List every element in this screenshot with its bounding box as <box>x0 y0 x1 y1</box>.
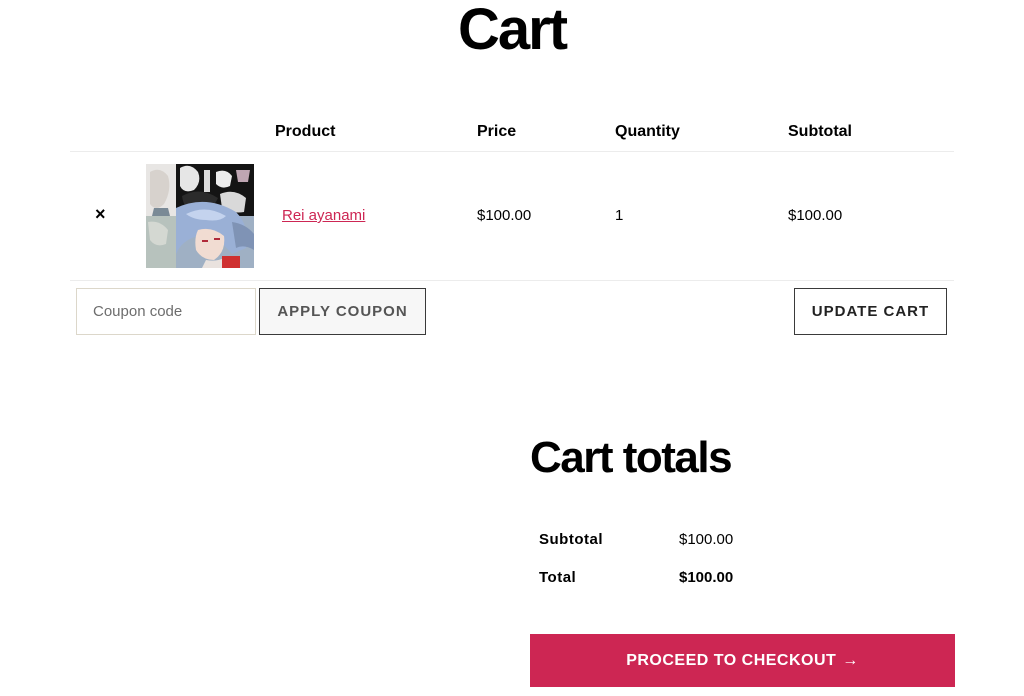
apply-coupon-button[interactable]: APPLY COUPON <box>259 288 426 335</box>
cart-table: Product Price Quantity Subtotal × Rei ay… <box>70 112 954 281</box>
table-row: × Rei ayanami $100.00 1 $100.00 <box>70 152 954 281</box>
cart-totals-title: Cart totals <box>530 433 733 482</box>
cart-page: Cart Product Price Quantity Subtotal × R… <box>0 0 1024 696</box>
page-title: Cart <box>457 0 568 62</box>
totals-total-label: Total <box>539 569 577 586</box>
totals-subtotal-label: Subtotal <box>539 531 603 548</box>
product-quantity[interactable]: 1 <box>615 207 623 224</box>
proceed-to-checkout-button[interactable]: PROCEED TO CHECKOUT → <box>530 634 955 687</box>
totals-subtotal-value: $100.00 <box>679 531 734 548</box>
coupon-code-input[interactable] <box>76 288 256 335</box>
totals-total-value: $100.00 <box>679 569 734 586</box>
column-header-quantity: Quantity <box>615 123 680 140</box>
update-cart-button[interactable]: UPDATE CART <box>794 288 947 335</box>
column-header-subtotal: Subtotal <box>788 123 852 140</box>
product-subtotal: $100.00 <box>788 207 843 224</box>
arrow-right-icon: → <box>842 651 859 669</box>
product-price: $100.00 <box>477 207 532 224</box>
product-name-link[interactable]: Rei ayanami <box>282 207 365 224</box>
close-icon[interactable]: × <box>95 204 106 224</box>
column-header-product: Product <box>275 123 336 140</box>
product-thumbnail[interactable] <box>146 164 254 268</box>
checkout-label: PROCEED TO CHECKOUT <box>626 651 837 669</box>
column-header-price: Price <box>477 123 517 140</box>
table-header-row: Product Price Quantity Subtotal <box>70 112 954 152</box>
